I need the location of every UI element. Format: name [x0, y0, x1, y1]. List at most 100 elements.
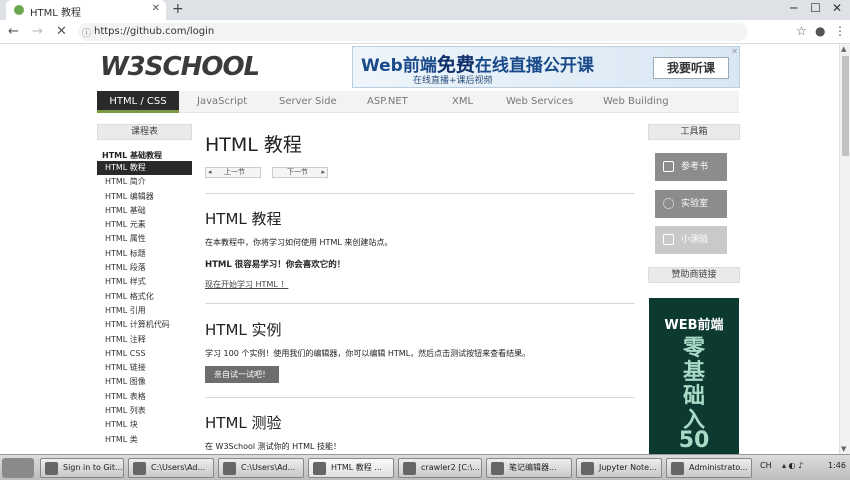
- course-sidebar: 课程表 HTML 基础教程 HTML 教程 HTML 简介 HTML 编辑器 H…: [97, 124, 192, 454]
- promo-char: 基: [682, 360, 705, 385]
- ad-banner[interactable]: Web前端免费在线直播公开课 在线直播+课后视频 我要听课 ✕: [352, 46, 740, 88]
- divider: [205, 397, 635, 398]
- nav-html-css[interactable]: HTML / CSS: [97, 91, 179, 113]
- input-language[interactable]: CH: [760, 461, 772, 470]
- scroll-thumb[interactable]: [842, 56, 849, 156]
- browser-tab[interactable]: HTML 教程 ✕: [6, 0, 166, 20]
- nav-javascript[interactable]: JavaScript: [197, 91, 247, 113]
- promo-title: WEB前端: [664, 318, 724, 333]
- tab-title: HTML 教程: [30, 8, 82, 19]
- sidebar-item[interactable]: HTML 类: [97, 433, 192, 447]
- nav-server-side[interactable]: Server Side: [279, 91, 337, 113]
- try-it-button[interactable]: 亲自试一试吧！: [205, 366, 279, 383]
- lab-label: 实验室: [681, 199, 709, 209]
- start-learning-link[interactable]: 现在开始学习 HTML ！: [205, 279, 288, 290]
- quiz-text: 在 W3School 测试你的 HTML 技能！: [205, 442, 341, 451]
- sidebar-item[interactable]: HTML 编辑器: [97, 190, 192, 204]
- divider: [205, 303, 635, 304]
- sidebar-item[interactable]: HTML CSS: [97, 347, 192, 361]
- taskbar-item[interactable]: C:\Users\Ad...: [218, 458, 304, 478]
- sidebar-section-title[interactable]: HTML 基础教程: [97, 150, 192, 161]
- sidebar-item[interactable]: HTML 图像: [97, 375, 192, 389]
- bookmark-star-icon[interactable]: ☆: [796, 24, 807, 38]
- site-favicon-icon: [14, 5, 24, 15]
- prev-label: 上一节: [224, 168, 245, 176]
- address-bar[interactable]: ⓘ https://github.com/login: [78, 23, 748, 41]
- sidebar-item[interactable]: HTML 表格: [97, 390, 192, 404]
- promo-char: 零: [682, 336, 705, 361]
- taskbar-item[interactable]: C:\Users\Ad...: [128, 458, 214, 478]
- account-icon[interactable]: ●: [815, 24, 825, 38]
- sidebar-item[interactable]: HTML 简介: [97, 175, 192, 189]
- main-content: HTML 教程 ◂ 上一节 下一节 ▸ HTML 教程 在本教程中，你将学习如何…: [205, 124, 635, 454]
- toolbar: ← → ✕ ⓘ https://github.com/login ☆ ● ⋮: [0, 20, 850, 44]
- sidebar-item[interactable]: HTML 元素: [97, 218, 192, 232]
- quiz-icon: [663, 234, 674, 245]
- clock[interactable]: 1:46: [828, 461, 846, 470]
- scroll-down-icon[interactable]: ▼: [841, 445, 846, 453]
- arrow-left-icon: ◂: [208, 168, 212, 176]
- quiz-button[interactable]: 小测验: [655, 226, 727, 254]
- nav-asp-net[interactable]: ASP.NET: [367, 91, 408, 113]
- gear-icon: [663, 198, 674, 209]
- sidebar-item[interactable]: HTML 标题: [97, 247, 192, 261]
- sidebar-item[interactable]: HTML 基础: [97, 204, 192, 218]
- quiz-label: 小测验: [681, 235, 709, 245]
- pycharm-icon: [403, 462, 416, 475]
- promo-char: 础: [682, 384, 705, 409]
- taskbar: Sign in to Git... C:\Users\Ad... C:\User…: [0, 454, 850, 480]
- taskbar-item[interactable]: Sign in to Git...: [40, 458, 124, 478]
- next-label: 下一节: [287, 168, 308, 176]
- nav-web-building[interactable]: Web Building: [603, 91, 669, 113]
- info-icon[interactable]: ⓘ: [82, 26, 91, 39]
- promo-banner[interactable]: WEB前端 零 基 础 入 50: [649, 298, 739, 454]
- examples-text: 学习 100 个实例！使用我们的编辑器，你可以编辑 HTML，然后点击测试按钮来…: [205, 349, 531, 358]
- sidebar-heading: 课程表: [97, 124, 192, 140]
- minimize-icon[interactable]: ─: [790, 1, 797, 15]
- section-heading: HTML 实例: [205, 321, 282, 339]
- taskbar-item[interactable]: Administrato...: [666, 458, 752, 478]
- sidebar-item[interactable]: HTML 属性: [97, 232, 192, 246]
- start-button[interactable]: [2, 458, 34, 478]
- sidebar-item[interactable]: HTML 样式: [97, 275, 192, 289]
- taskbar-item[interactable]: 笔记编辑器...: [486, 458, 572, 478]
- intro-bold-text: HTML 很容易学习！你会喜欢它的！: [205, 260, 346, 270]
- site-logo[interactable]: W3SCHOOL: [100, 52, 260, 82]
- reference-button[interactable]: 参考书: [655, 153, 727, 181]
- nav-web-services[interactable]: Web Services: [506, 91, 573, 113]
- ad-subtitle: 在线直播+课后视频: [413, 76, 493, 86]
- next-button[interactable]: 下一节 ▸: [272, 167, 328, 178]
- sidebar-item[interactable]: HTML 计算机代码: [97, 318, 192, 332]
- sidebar-item[interactable]: HTML 列表: [97, 404, 192, 418]
- app-icon: [491, 462, 504, 475]
- new-tab-icon[interactable]: +: [172, 1, 184, 17]
- sidebar-item[interactable]: HTML 段落: [97, 261, 192, 275]
- menu-icon[interactable]: ⋮: [834, 24, 846, 38]
- close-icon[interactable]: ✕: [152, 3, 160, 14]
- stop-loading-icon[interactable]: ✕: [56, 24, 67, 39]
- maximize-icon[interactable]: ☐: [810, 1, 821, 15]
- sidebar-item[interactable]: HTML 块: [97, 418, 192, 432]
- tray-icons[interactable]: ▴ ◐ ♪: [782, 461, 803, 470]
- prev-button[interactable]: ◂ 上一节: [205, 167, 261, 178]
- window-close-icon[interactable]: ✕: [832, 1, 842, 15]
- terminal-icon: [671, 462, 684, 475]
- taskbar-item[interactable]: Jupyter Note...: [576, 458, 662, 478]
- reference-label: 参考书: [681, 162, 709, 172]
- sidebar-item[interactable]: HTML 格式化: [97, 290, 192, 304]
- page-scrollbar[interactable]: ▲ ▼: [839, 44, 850, 454]
- ad-listen-button[interactable]: 我要听课: [653, 57, 729, 79]
- ad-close-icon[interactable]: ✕: [731, 47, 738, 56]
- chrome-icon: [45, 462, 58, 475]
- sidebar-item[interactable]: HTML 教程: [97, 161, 192, 176]
- scroll-up-icon[interactable]: ▲: [841, 45, 846, 53]
- back-icon[interactable]: ←: [8, 24, 19, 39]
- sidebar-item[interactable]: HTML 引用: [97, 304, 192, 318]
- nav-xml[interactable]: XML: [452, 91, 473, 113]
- taskbar-item[interactable]: crawler2 [C:\...: [398, 458, 482, 478]
- taskbar-item[interactable]: HTML 教程 ...: [308, 458, 394, 478]
- forward-icon[interactable]: →: [32, 24, 43, 39]
- sidebar-item[interactable]: HTML 注释: [97, 333, 192, 347]
- lab-button[interactable]: 实验室: [655, 190, 727, 218]
- sidebar-item[interactable]: HTML 链接: [97, 361, 192, 375]
